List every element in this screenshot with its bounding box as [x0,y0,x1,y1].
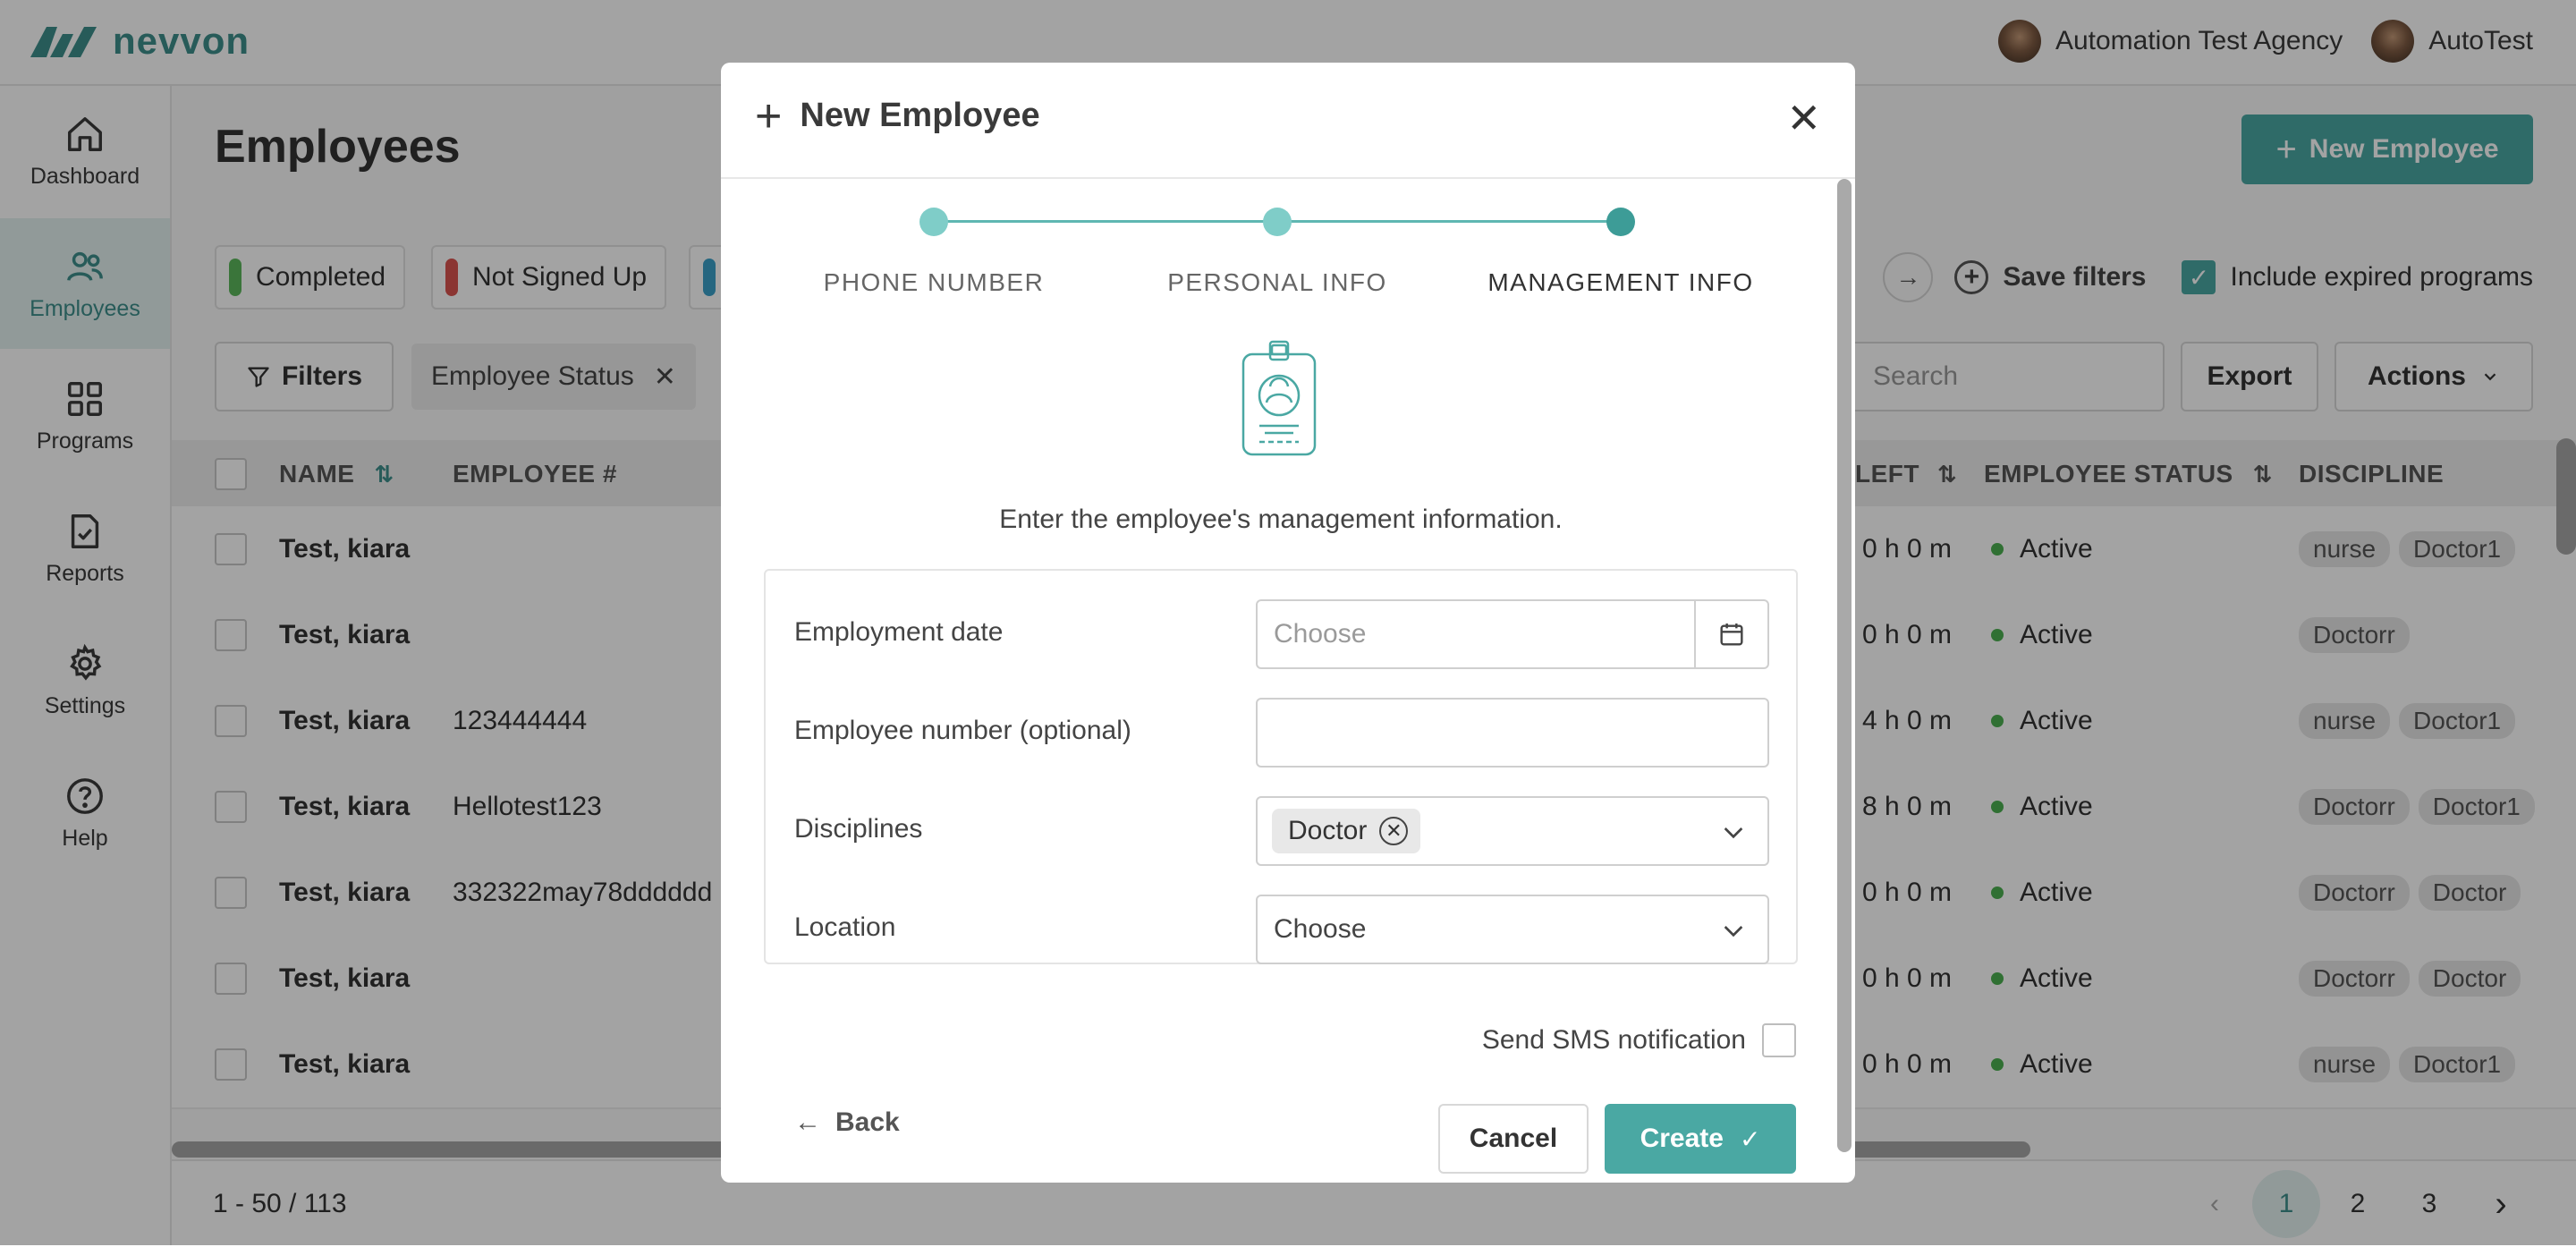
id-badge-icon [1241,340,1317,456]
chevron-down-icon [1724,827,1743,839]
arrow-left-icon: ← [794,1107,821,1137]
plus-icon: + [755,89,783,142]
dialog-header: + New Employee ✕ [721,63,1855,179]
cancel-button[interactable]: Cancel [1438,1104,1589,1174]
management-info-form: Employment date Choose Employee number (… [764,569,1798,964]
discipline-tag-label: Doctor [1288,816,1368,845]
sms-checkbox[interactable] [1762,1023,1796,1057]
location-label: Location [794,912,896,942]
dialog-title: + New Employee [755,89,1040,142]
sms-notification-option: Send SMS notification [1482,1023,1796,1057]
disciplines-select[interactable]: Doctor ✕ [1256,796,1769,866]
new-employee-dialog: + New Employee ✕ PHONE NUMBER PERSONAL I… [721,63,1855,1183]
step-label-phone: PHONE NUMBER [823,268,1045,296]
employee-number-input[interactable] [1256,698,1769,768]
close-dialog-button[interactable]: ✕ [1786,97,1821,140]
step-label-management: MANAGEMENT INFO [1487,268,1754,296]
create-button[interactable]: Create ✓ [1605,1104,1796,1174]
location-placeholder: Choose [1274,914,1367,944]
discipline-tag: Doctor ✕ [1272,809,1421,853]
back-label: Back [835,1107,900,1137]
step-description: Enter the employee's management informat… [999,505,1563,534]
step-dot-personal [1263,208,1292,236]
employee-number-label: Employee number (optional) [794,716,1131,745]
check-icon: ✓ [1739,1124,1761,1153]
employment-date-label: Employment date [794,617,1004,647]
close-icon: ✕ [1786,95,1821,141]
create-label: Create [1640,1124,1724,1153]
step-dot-phone [919,208,948,236]
calendar-button[interactable] [1694,601,1767,667]
disciplines-label: Disciplines [794,814,923,844]
step-label-personal: PERSONAL INFO [1167,268,1387,296]
location-select[interactable]: Choose [1256,895,1769,964]
employment-date-field[interactable]: Choose [1256,599,1769,669]
back-button[interactable]: ← Back [794,1107,900,1138]
dialog-scrollbar[interactable] [1837,179,1852,1152]
employment-date-placeholder: Choose [1274,619,1367,649]
step-dot-management [1606,208,1635,236]
chevron-down-icon [1724,926,1743,937]
remove-tag-icon[interactable]: ✕ [1379,817,1409,845]
calendar-icon [1720,624,1743,646]
dialog-title-text: New Employee [800,97,1040,134]
sms-label: Send SMS notification [1481,1025,1746,1055]
